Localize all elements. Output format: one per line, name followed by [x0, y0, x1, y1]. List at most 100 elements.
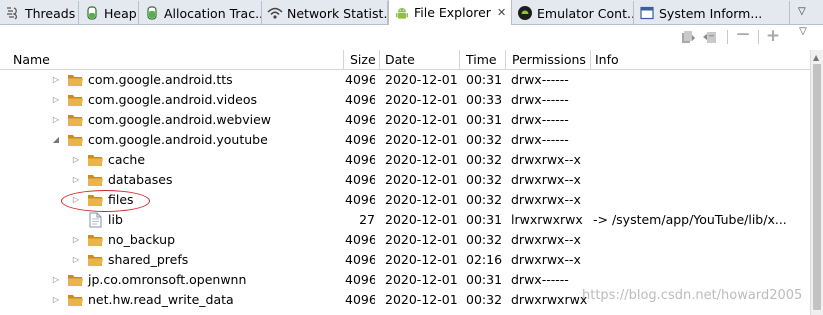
tab-allocation-tracker[interactable]: Allocation Trac...: [139, 1, 262, 25]
file-date: 2020-12-01: [385, 92, 458, 107]
tree-expand-icon[interactable]: ▷: [51, 70, 61, 90]
chevron-down-icon[interactable]: ▽: [798, 6, 806, 17]
tree-expand-icon[interactable]: ▷: [71, 230, 81, 250]
tree-expand-icon[interactable]: ▷: [71, 250, 81, 270]
pull-file-icon[interactable]: [680, 29, 696, 45]
file-info: [593, 170, 810, 190]
file-info: -> /system/app/YouTube/lib/x...: [593, 212, 787, 227]
file-info: [593, 250, 810, 270]
file-info: [593, 230, 810, 250]
file-permissions: drwx------: [511, 72, 569, 87]
file-time: 00:32: [466, 152, 503, 167]
delete-icon[interactable]: —: [735, 27, 751, 43]
file-time: 00:32: [466, 292, 503, 307]
file-time: 02:16: [466, 252, 503, 267]
file-name: databases: [108, 172, 173, 187]
file-time: 00:32: [466, 172, 503, 187]
tab-emulator-control[interactable]: Emulator Cont...: [512, 1, 634, 25]
file-permissions: drwx------: [511, 272, 569, 287]
table-row[interactable]: ▷ databases 4096 2020-12-01 00:32 drwxrwx--x: [0, 170, 810, 190]
file-info: [593, 70, 810, 90]
folder-icon: [68, 115, 83, 126]
table-row[interactable]: ▷ shared_prefs 4096 2020-12-01 02:16 drwxrwx-…: [0, 250, 810, 270]
column-header-permissions[interactable]: Permissions: [505, 50, 590, 69]
scroll-up-arrow-icon[interactable]: ▲: [813, 53, 819, 62]
tree-expand-icon[interactable]: ▷: [51, 90, 61, 110]
emulator-icon: [518, 6, 532, 20]
table-row[interactable]: ▷ jp.co.omronsoft.openwnn 4096 2020-12-01 00…: [0, 270, 810, 290]
tab-label: Network Statist...: [287, 5, 388, 21]
file-info: [593, 270, 810, 290]
tab-label: File Explorer: [414, 5, 491, 20]
push-file-icon[interactable]: [702, 29, 718, 45]
tab-system-information[interactable]: System Inform...: [634, 1, 790, 25]
scrollbar-thumb[interactable]: [813, 64, 821, 310]
file-time: 00:31: [466, 272, 503, 287]
file-date: 2020-12-01: [385, 232, 458, 247]
tree-expand-icon[interactable]: ▷: [71, 170, 81, 190]
column-header-date[interactable]: Date: [379, 50, 459, 69]
table-row[interactable]: ▷ files 4096 2020-12-01 00:32 drwxrwx--x: [0, 190, 810, 210]
tab-heap[interactable]: Heap: [79, 1, 139, 25]
file-date: 2020-12-01: [385, 112, 458, 127]
table-header: Name Size Date Time Permissions Info: [0, 50, 810, 70]
folder-icon: [88, 255, 103, 266]
file-permissions: drwx------: [511, 132, 569, 147]
file-time: 00:32: [466, 232, 503, 247]
file-size: 4096: [345, 272, 375, 287]
file-time: 00:31: [466, 72, 503, 87]
tree-collapse-icon[interactable]: ◢: [51, 130, 61, 150]
tree-expand-icon[interactable]: ▷: [51, 270, 61, 290]
tree-expand-icon[interactable]: ▷: [71, 190, 81, 210]
file-name: no_backup: [108, 232, 175, 247]
table-row[interactable]: ◢ com.google.android.youtube 4096 2020-12-0…: [0, 130, 810, 150]
tab-label: System Inform...: [659, 5, 763, 21]
file-time: 00:33: [466, 92, 503, 107]
toolbar-separator: [727, 30, 728, 44]
column-header-info[interactable]: Info: [590, 50, 810, 69]
file-date: 2020-12-01: [385, 132, 458, 147]
file-date: 2020-12-01: [385, 212, 458, 227]
file-permissions: drwxrwx--x: [511, 152, 581, 167]
file-time: 00:31: [466, 112, 503, 127]
view-menu-icon[interactable]: ▽: [795, 26, 811, 42]
file-size: 4096: [345, 92, 375, 107]
column-header-time[interactable]: Time: [459, 50, 505, 69]
tree-expand-icon[interactable]: ▷: [51, 110, 61, 130]
tree-expand-icon[interactable]: ▷: [71, 150, 81, 170]
file-permissions: drwx------: [511, 92, 569, 107]
android-icon: [396, 7, 408, 19]
table-row[interactable]: ▷ no_backup 4096 2020-12-01 00:32 drwxrwx--x: [0, 230, 810, 250]
column-header-name[interactable]: Name: [13, 50, 343, 69]
table-row[interactable]: ▷ com.google.android.webview 4096 2020-12-0…: [0, 110, 810, 130]
file-size: 4096: [345, 252, 375, 267]
folder-icon: [68, 75, 83, 86]
file-size: 4096: [345, 152, 375, 167]
file-time: 00:32: [466, 192, 503, 207]
file-size: 27: [359, 212, 375, 227]
tab-threads[interactable]: Threads: [0, 1, 79, 25]
table-row[interactable]: ▷ cache 4096 2020-12-01 00:32 drwxrwx--x: [0, 150, 810, 170]
file-name: net.hw.read_write_data: [88, 292, 234, 307]
folder-icon: [88, 155, 103, 166]
file-size: 4096: [345, 72, 375, 87]
table-row[interactable]: lib 27 2020-12-01 00:31 lrwxrwxrwx -> /system…: [0, 210, 810, 230]
table-row[interactable]: ▷ com.google.android.videos 4096 2020-12-01…: [0, 90, 810, 110]
column-header-size[interactable]: Size: [343, 50, 379, 69]
close-icon[interactable]: ✕: [497, 6, 506, 19]
file-icon: [89, 212, 102, 228]
table-row[interactable]: ▷ com.google.android.tts 4096 2020-12-01 00:…: [0, 70, 810, 90]
tab-label: Allocation Trac...: [164, 5, 262, 21]
new-folder-icon[interactable]: +: [765, 26, 781, 46]
view-tab-bar: Threads Heap Allocation Trac... Network …: [0, 0, 823, 25]
tab-network-statistics[interactable]: Network Statist...: [262, 1, 388, 25]
threads-icon: [7, 7, 17, 20]
file-name: cache: [108, 152, 146, 167]
tree-expand-icon[interactable]: ▷: [51, 290, 61, 310]
tab-file-explorer[interactable]: File Explorer ✕: [388, 0, 512, 25]
file-permissions: lrwxrwxrwx: [511, 212, 583, 227]
file-info: [593, 150, 810, 170]
folder-icon: [68, 95, 83, 106]
vertical-scrollbar[interactable]: ▲: [810, 50, 823, 315]
file-permissions: drwxrwx--x: [511, 252, 581, 267]
